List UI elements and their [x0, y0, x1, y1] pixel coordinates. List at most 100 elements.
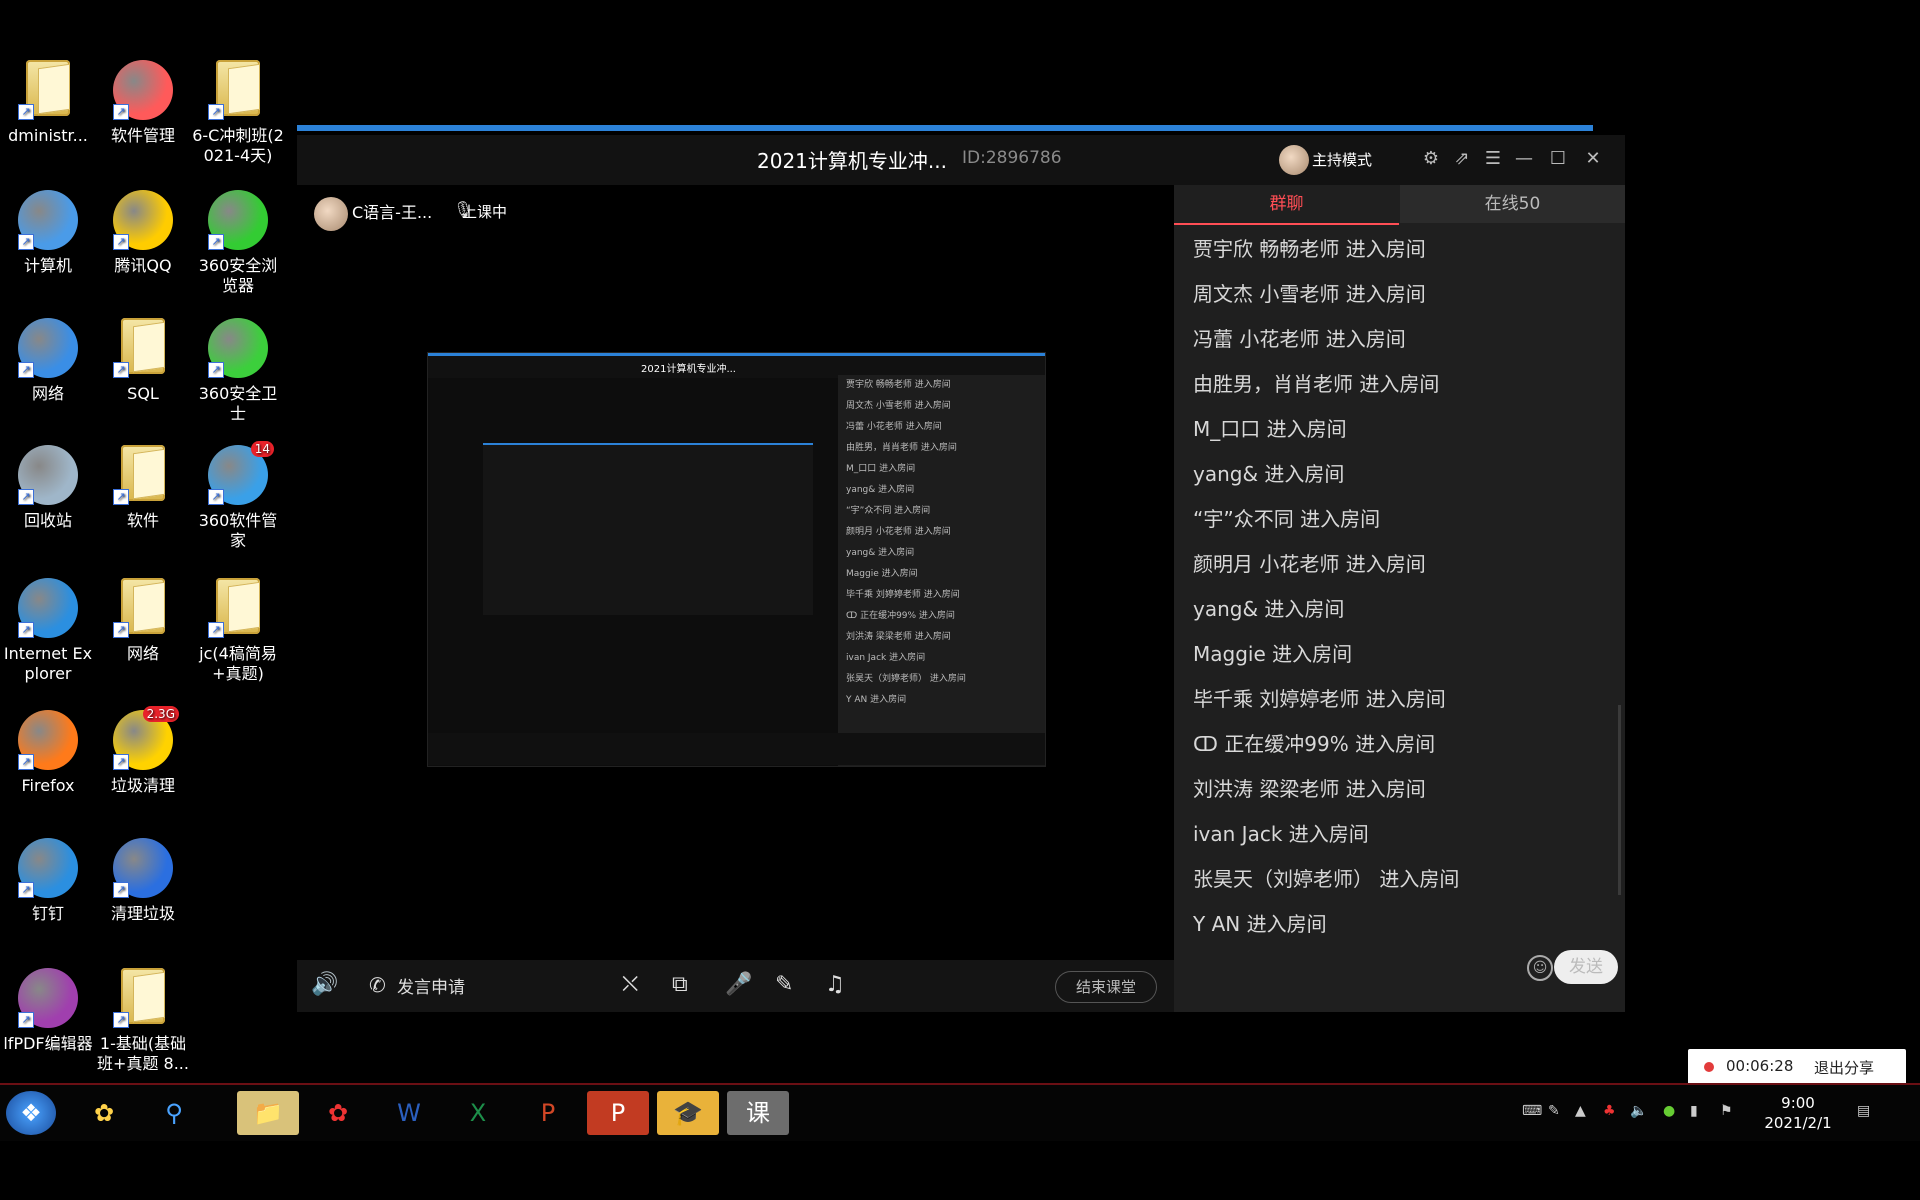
tab-group-chat[interactable]: 群聊 [1174, 185, 1399, 225]
desktop-icon[interactable]: ↗ 计算机 [2, 190, 94, 276]
desktop-icon[interactable]: ↗ 360安全卫士 [192, 318, 284, 424]
pdf-editor-icon: ↗ [18, 968, 78, 1028]
pen-icon[interactable]: ✎ [1548, 1103, 1560, 1119]
desktop-icon[interactable]: ↗ 14 360软件管家 [192, 441, 284, 551]
preview-chat-message: yang& 进入房间 [846, 548, 915, 558]
shortcut-arrow-icon: ↗ [18, 362, 34, 378]
excel-icon[interactable]: X [447, 1091, 509, 1135]
desktop-icon[interactable]: ↗ 6-C冲刺班(2021-4天) [192, 60, 284, 166]
speaker-icon[interactable]: 🔈 [1630, 1103, 1647, 1119]
desktop-icon[interactable]: ↗ lfPDF编辑器 [2, 968, 94, 1054]
menu-icon[interactable]: ☰ [1481, 147, 1505, 171]
chat-message: 张昊天（刘婷老师） 进入房间 [1193, 867, 1460, 891]
desktop-icon[interactable]: ↗ 网络 [2, 318, 94, 404]
shortcut-arrow-icon: ↗ [113, 622, 129, 638]
record-time: 00:06:28 [1726, 1057, 1794, 1075]
cleanup-icon: ↗ 2.3G [113, 706, 179, 770]
desktop-icon[interactable]: ↗ 2.3G 垃圾清理 [97, 706, 189, 796]
desktop-icon-label: lfPDF编辑器 [3, 1034, 93, 1053]
send-button[interactable]: 发送 [1554, 950, 1618, 984]
close-icon[interactable]: ✕ [1581, 147, 1605, 171]
software-manager-icon[interactable]: ✿ [307, 1091, 369, 1135]
chat-message: 刘洪涛 梁梁老师 进入房间 [1193, 777, 1426, 801]
shortcut-arrow-icon: ↗ [18, 622, 34, 638]
cleanup-tool-icon: ↗ [113, 838, 173, 898]
exit-share-button[interactable]: 退出分享 [1814, 1057, 1874, 1078]
music-icon[interactable]: ♫ [825, 972, 845, 997]
desktop-icon[interactable]: ↗ 1-基础(基础班+真题 8... [97, 968, 189, 1074]
powerpoint-icon[interactable]: P [517, 1091, 579, 1135]
microphone-icon[interactable]: 🎤 [725, 972, 752, 997]
desktop-icon-label: Firefox [21, 776, 75, 795]
chat-message: 周文杰 小雪老师 进入房间 [1193, 282, 1426, 306]
desktop-icon[interactable]: ↗ 回收站 [2, 445, 94, 531]
security-icon[interactable]: ● [1663, 1103, 1675, 1119]
preview-chat-message: M_口口 进入房间 [846, 464, 916, 474]
clock[interactable]: 9:00 2021/2/1 [1763, 1093, 1833, 1133]
camera-off-icon[interactable]: ⛌ [622, 972, 638, 997]
chat-message: 毕千乘 刘婷婷老师 进入房间 [1193, 687, 1446, 711]
word-icon[interactable]: W [378, 1091, 440, 1135]
desktop-icon[interactable]: ↗ 钉钉 [2, 838, 94, 924]
room-id: ID:2896786 [962, 148, 1062, 168]
desktop-icon[interactable]: ↗ SQL [97, 318, 189, 404]
desktop-icon[interactable]: ↗ 清理垃圾 [97, 838, 189, 924]
chat-scrollbar[interactable] [1618, 705, 1621, 895]
preview-chat-message: 贾宇欣 畅畅老师 进入房间 [846, 380, 951, 390]
tray-app-icon[interactable]: ♣ [1603, 1103, 1616, 1119]
desktop-icon[interactable]: ↗ 360安全浏览器 [192, 190, 284, 296]
preview-chat-message: 颜明月 小花老师 进入房间 [846, 527, 951, 537]
desktop-icon[interactable]: ↗ 网络 [97, 578, 189, 664]
notification-icon[interactable]: ▤ [1857, 1103, 1870, 1119]
chat-tabs: 群聊 在线50 [1174, 185, 1625, 225]
computer-icon: ↗ [18, 190, 78, 250]
chat-message: 贾宇欣 畅畅老师 进入房间 [1193, 237, 1426, 261]
app-launcher-icon[interactable]: ✿ [73, 1091, 135, 1135]
volume-icon[interactable]: 🔊 [311, 972, 338, 997]
end-class-button[interactable]: 结束课堂 [1055, 971, 1157, 1003]
desktop-icon[interactable]: ↗ 软件管理 [97, 60, 189, 146]
classroom-app-icon[interactable]: 🎓 [657, 1091, 719, 1135]
desktop-icon[interactable]: ↗ Internet Explorer [2, 578, 94, 684]
start-button-icon[interactable]: ❖ [6, 1091, 56, 1135]
desktop-icon-label: 钉钉 [31, 904, 64, 923]
clock-time: 9:00 [1781, 1094, 1815, 1112]
class-window-icon[interactable]: 课 [727, 1091, 789, 1135]
shortcut-arrow-icon: ↗ [18, 1012, 34, 1028]
desktop-icon[interactable]: ↗ 软件 [97, 445, 189, 531]
shortcut-arrow-icon: ↗ [113, 234, 129, 250]
desktop-icon[interactable]: ↗ dministr... [2, 60, 94, 146]
chat-input-area: ☺ 发送 [1190, 945, 1618, 989]
tab-online[interactable]: 在线50 [1400, 185, 1625, 223]
folder-icon: ↗ [113, 968, 173, 1028]
chat-message: yang& 进入房间 [1193, 462, 1345, 486]
software-store-icon: ↗ 14 [208, 441, 274, 505]
battery-icon[interactable]: ▮ [1690, 1103, 1698, 1119]
desktop-icon[interactable]: ↗ jc(4稿简易+真题) [192, 578, 284, 684]
window-title: 2021计算机专业冲... [757, 149, 947, 173]
network-icon[interactable]: ⚑ [1720, 1103, 1733, 1119]
shortcut-arrow-icon: ↗ [18, 882, 34, 898]
screen-share-icon[interactable]: ⧉ [672, 972, 688, 997]
keyboard-icon[interactable]: ⌨ [1522, 1103, 1542, 1119]
chat-input[interactable] [1190, 949, 1520, 985]
desktop-icon[interactable]: ↗ Firefox [2, 710, 94, 796]
search-icon[interactable]: ⚲ [143, 1091, 205, 1135]
maximize-icon[interactable]: ☐ [1546, 147, 1570, 171]
tray-expand-icon[interactable]: ▲ [1575, 1103, 1586, 1119]
file-explorer-icon[interactable]: 📁 [237, 1091, 299, 1135]
phone-icon[interactable]: ✆ [369, 973, 386, 997]
shortcut-arrow-icon: ↗ [208, 622, 224, 638]
minimize-icon[interactable]: — [1512, 147, 1536, 171]
host-avatar[interactable] [1279, 145, 1309, 175]
speak-request-button[interactable]: 发言申请 [397, 973, 465, 998]
settings-icon[interactable]: ⚙ [1419, 147, 1443, 171]
edit-icon[interactable]: ✎ [775, 972, 793, 997]
user-folder-icon: ↗ [18, 60, 78, 120]
powerpoint-slideshow-icon[interactable]: P [587, 1091, 649, 1135]
desktop-icon[interactable]: ↗ 腾讯QQ [97, 190, 189, 276]
share-out-icon[interactable]: ⇗ [1450, 147, 1474, 171]
preview-chat-message: 周文杰 小雪老师 进入房间 [846, 401, 951, 411]
emoji-icon[interactable]: ☺ [1527, 955, 1553, 981]
host-mode-label[interactable]: 主持模式 [1312, 149, 1372, 170]
